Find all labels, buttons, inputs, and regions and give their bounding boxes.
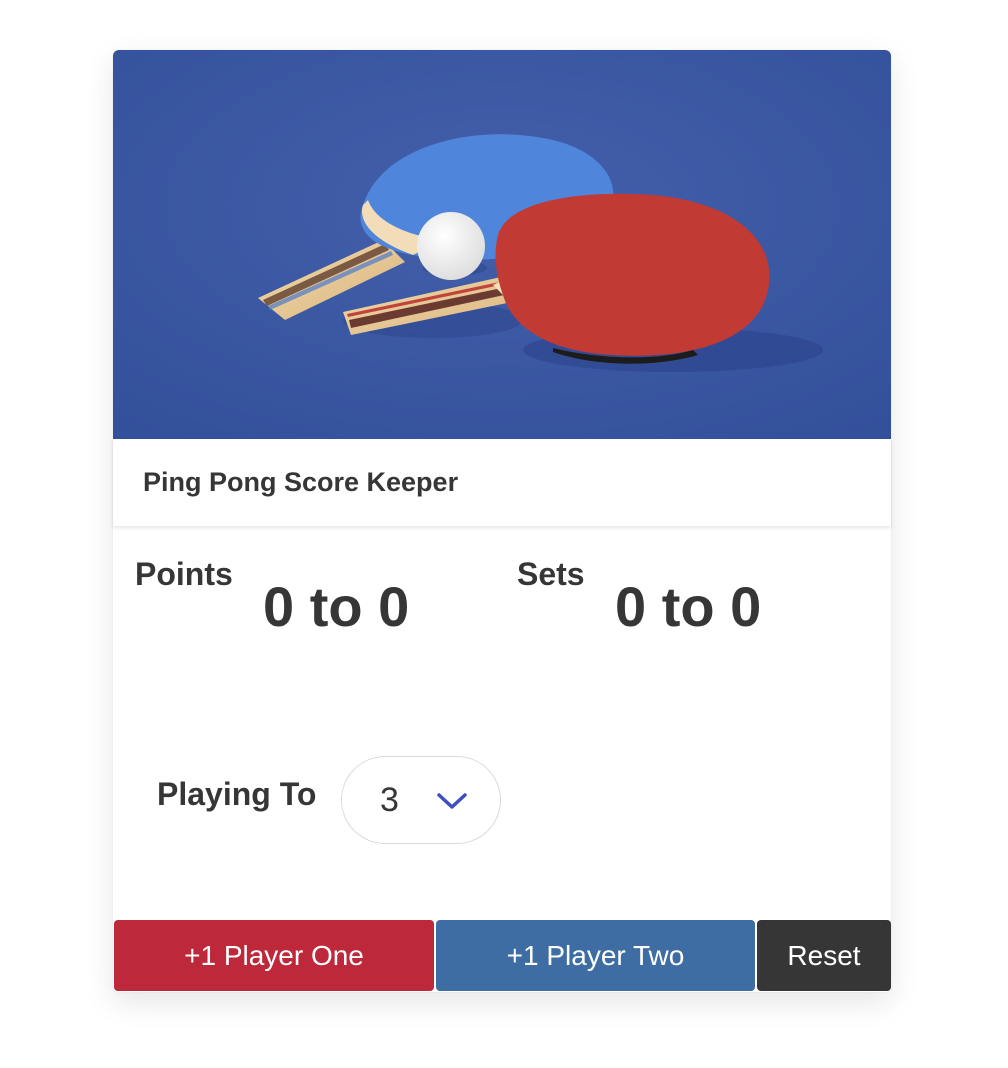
- points-label: Points: [135, 556, 233, 592]
- playing-to-label: Playing To: [157, 776, 317, 812]
- player-one-points: 0: [263, 575, 295, 638]
- sets-label: Sets: [517, 556, 585, 592]
- add-point-player-two-button[interactable]: +1 Player Two: [436, 920, 755, 991]
- hero-image: [113, 50, 891, 439]
- player-two-points: 0: [378, 575, 410, 638]
- chevron-down-icon: [436, 791, 468, 816]
- player-one-sets: 0: [615, 575, 647, 638]
- playing-to-select[interactable]: 3: [341, 756, 501, 844]
- points-separator: to: [309, 575, 363, 638]
- score-keeper-card: Ping Pong Score Keeper Points 0 to 0 Set…: [113, 50, 891, 992]
- add-point-player-one-button[interactable]: +1 Player One: [114, 920, 434, 991]
- card-header: Ping Pong Score Keeper: [113, 439, 891, 526]
- card-title: Ping Pong Score Keeper: [143, 467, 459, 497]
- sets-separator: to: [661, 575, 715, 638]
- player-two-sets: 0: [730, 575, 762, 638]
- sets-score: 0 to 0: [615, 574, 761, 639]
- points-score: 0 to 0: [263, 574, 409, 639]
- reset-button[interactable]: Reset: [757, 920, 891, 991]
- playing-to-value: 3: [380, 781, 399, 819]
